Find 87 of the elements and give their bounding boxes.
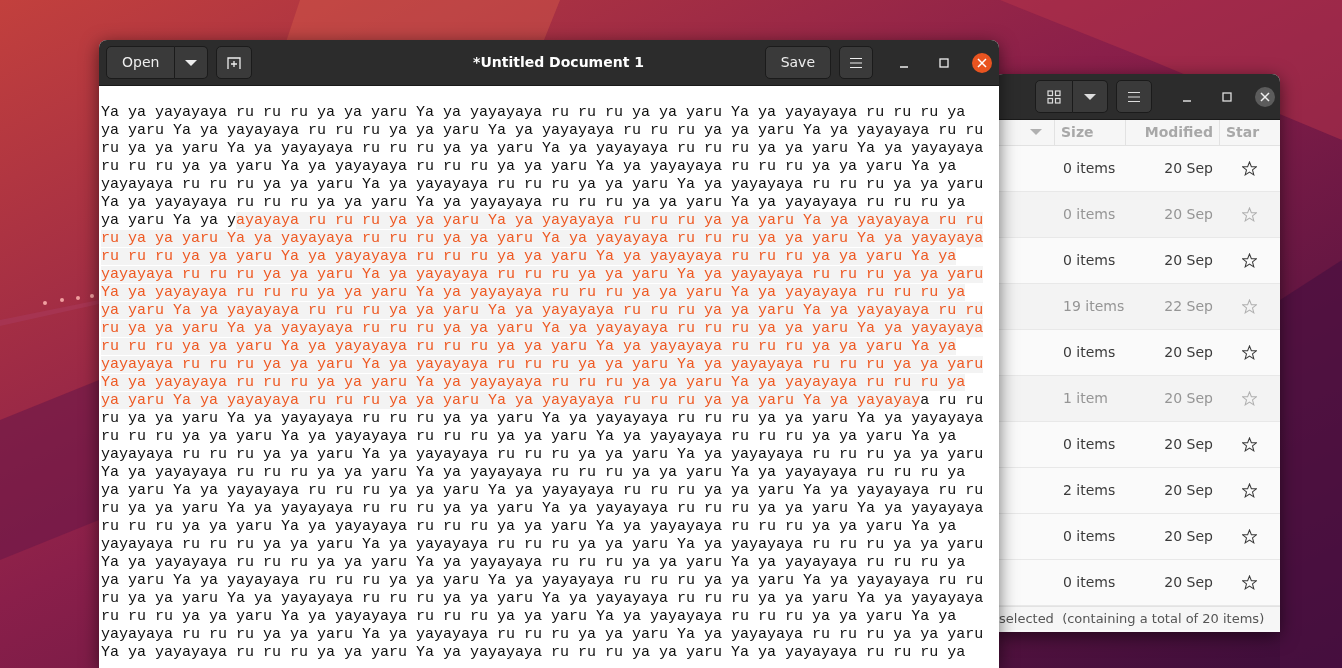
save-button[interactable]: Save bbox=[764, 46, 831, 79]
selected-text: ru ru ru ya ya yaru Ya ya yayayaya ru ru ru ya ya yaru Ya ya yayayaya ru ru ru ya ya yaru Ya ya bbox=[101, 338, 957, 355]
text-line: yayayaya ru ru ru ya ya yaru Ya ya yayayaya ru ru ru ya ya yaru Ya ya yayayaya ru ru ru ya ya yaru bbox=[101, 176, 984, 193]
star-icon[interactable] bbox=[1242, 529, 1257, 544]
size-text: 1 item bbox=[1063, 389, 1109, 408]
status-text: selected (containing a total of 20 items) bbox=[999, 609, 1265, 628]
date-text: 20 Sep bbox=[1163, 481, 1213, 500]
maximize-icon bbox=[939, 57, 949, 68]
size-text: 0 items bbox=[1063, 251, 1117, 270]
window-title: *Untitled Document 1 bbox=[473, 53, 644, 72]
text-line: ru ya ya yaru Ya ya yayayaya ru ru ru ya ya yaru Ya ya yayayaya ru ru ru ya ya yaru Ya ya yayayaya bbox=[101, 410, 984, 427]
date-text: 20 Sep bbox=[1163, 389, 1213, 408]
text-line: Ya ya yayayaya ru ru ru ya ya yaru Ya ya yayayaya ru ru ru ya ya yaru Ya ya yayayaya ru ru ru ya bbox=[101, 464, 966, 481]
caret-icon bbox=[184, 58, 199, 67]
text-line: ru ru ru ya ya yaru Ya ya yayayaya ru ru ru ya ya yaru Ya ya yayayaya ru ru ru ya ya yaru Ya ya bbox=[101, 518, 957, 535]
text-line: ru ru ru ya ya yaru Ya ya yayayaya ru ru ru ya ya yaru Ya ya yayayaya ru ru ru ya ya yaru Ya ya bbox=[101, 608, 957, 625]
star-icon[interactable] bbox=[1242, 253, 1257, 268]
size-text: 0 items bbox=[1063, 435, 1117, 454]
selected-text: Ya ya yayayaya ru ru ru ya ya yaru Ya ya yayayaya ru ru ru ya ya yaru Ya ya yayayaya ru ru ru ya bbox=[101, 284, 966, 301]
text-line: ru ya ya yaru Ya ya yayayaya ru ru ru ya ya yaru Ya ya yayayaya ru ru ru ya ya yaru Ya ya yayayaya bbox=[101, 590, 984, 607]
date-text: 20 Sep bbox=[1163, 573, 1213, 592]
date-text: 20 Sep bbox=[1163, 435, 1213, 454]
text-line: ru ru ru ya ya yaru Ya ya yayayaya ru ru ru ya ya yaru Ya ya yayayaya ru ru ru ya ya yaru Ya ya bbox=[101, 158, 957, 175]
size-text: 0 items bbox=[1063, 573, 1117, 592]
text-line: a ru ru bbox=[920, 392, 984, 409]
menu-icon bbox=[1127, 90, 1141, 103]
grid-view-button[interactable] bbox=[1035, 80, 1073, 113]
text-line: Ya ya yayayaya ru ru ru ya ya yaru Ya ya yayayaya ru ru ru ya ya yaru Ya ya yayayaya ru ru ru ya bbox=[101, 644, 966, 661]
date-text: 20 Sep bbox=[1163, 343, 1213, 362]
selected-text: ru ya ya yaru Ya ya yayayaya ru ru ru ya ya yaru Ya ya yayayaya ru ru ru ya ya yaru Ya ya yayayaya bbox=[101, 230, 984, 247]
star-icon[interactable] bbox=[1242, 345, 1257, 360]
maximize-icon bbox=[1222, 91, 1232, 102]
selected-text: ya yaru Ya ya yayayaya ru ru ru ya ya yaru Ya ya yayayaya ru ru ru ya ya yaru Ya ya yayayay bbox=[101, 392, 921, 409]
text-line: ya yaru Ya ya yayayaya ru ru ru ya ya yaru Ya ya yayayaya ru ru ru ya ya yaru Ya ya yayayaya ru ru bbox=[101, 482, 984, 499]
menu-icon bbox=[849, 56, 863, 69]
star-icon[interactable] bbox=[1242, 161, 1257, 176]
selected-text: yayayaya ru ru ru ya ya yaru Ya ya yayayaya ru ru ru ya ya yaru Ya ya yayayaya ru ru ru ya ya yaru bbox=[101, 356, 984, 373]
text-line: ya yaru Ya ya y bbox=[101, 212, 237, 229]
minimize-icon bbox=[899, 65, 909, 68]
text-line: ru ru ru ya ya yaru Ya ya yayayaya ru ru ru ya ya yaru Ya ya yayayaya ru ru ru ya ya yaru Ya ya bbox=[101, 428, 957, 445]
selected-text: ayayaya ru ru ru ya ya yaru Ya ya yayayaya ru ru ru ya ya yaru Ya ya yayayaya ru ru bbox=[236, 212, 984, 229]
size-text: 0 items bbox=[1063, 527, 1117, 546]
selected-text: ru ru ru ya ya yaru Ya ya yayayaya ru ru ru ya ya yaru Ya ya yayayaya ru ru ru ya ya yaru Ya ya bbox=[101, 248, 957, 265]
caret-icon bbox=[1083, 92, 1097, 101]
text-line: yayayaya ru ru ru ya ya yaru Ya ya yayayaya ru ru ru ya ya yaru Ya ya yayayaya ru ru ru ya ya yaru bbox=[101, 536, 984, 553]
menu-button[interactable] bbox=[1116, 80, 1152, 113]
open-button[interactable]: Open bbox=[106, 46, 176, 79]
star-icon[interactable] bbox=[1242, 299, 1257, 314]
selected-text: ya yaru Ya ya yayayaya ru ru ru ya ya yaru Ya ya yayayaya ru ru ru ya ya yaru Ya ya yayayaya ru ru bbox=[101, 302, 984, 319]
star-icon[interactable] bbox=[1242, 207, 1257, 222]
date-text: 20 Sep bbox=[1163, 205, 1213, 224]
text-line: Ya ya yayayaya ru ru ru ya ya yaru Ya ya yayayaya ru ru ru ya ya yaru Ya ya yayayaya ru ru ru ya bbox=[101, 194, 966, 211]
new-tab-button[interactable] bbox=[216, 46, 253, 79]
selected-text: Ya ya yayayaya ru ru ru ya ya yaru Ya ya yayayaya ru ru ru ya ya yaru Ya ya yayayaya ru ru ru ya bbox=[101, 374, 966, 391]
view-options-dropdown[interactable] bbox=[1073, 80, 1108, 113]
new-tab-icon bbox=[226, 54, 243, 71]
menu-button[interactable] bbox=[839, 46, 873, 79]
star-icon[interactable] bbox=[1242, 391, 1257, 406]
selected-text: ru ya ya yaru Ya ya yayayaya ru ru ru ya ya yaru Ya ya yayayaya ru ru ru ya ya yaru Ya ya yayayaya bbox=[101, 320, 984, 337]
size-text: 2 items bbox=[1063, 481, 1117, 500]
size-text: 0 items bbox=[1063, 205, 1117, 224]
close-icon bbox=[1260, 91, 1270, 102]
selected-text: yayayaya ru ru ru ya ya yaru Ya ya yayayaya ru ru ru ya ya yaru Ya ya yayayaya ru ru ru ya ya yaru bbox=[101, 266, 984, 283]
minimize-icon bbox=[1182, 99, 1192, 102]
date-text: 22 Sep bbox=[1163, 297, 1213, 316]
star-icon[interactable] bbox=[1242, 483, 1257, 498]
star-icon[interactable] bbox=[1242, 575, 1257, 590]
close-button[interactable] bbox=[972, 52, 992, 73]
date-text: 20 Sep bbox=[1163, 527, 1213, 546]
date-text: 20 Sep bbox=[1163, 159, 1213, 178]
size-text: 0 items bbox=[1063, 159, 1117, 178]
text-line: yayayaya ru ru ru ya ya yaru Ya ya yayayaya ru ru ru ya ya yaru Ya ya yayayaya ru ru ru ya ya yaru bbox=[101, 446, 984, 463]
text-line: ru ya ya yaru Ya ya yayayaya ru ru ru ya ya yaru Ya ya yayayaya ru ru ru ya ya yaru Ya ya yayayaya bbox=[101, 140, 984, 157]
text-line: ya yaru Ya ya yayayaya ru ru ru ya ya yaru Ya ya yayayaya ru ru ru ya ya yaru Ya ya yayayaya ru ru bbox=[101, 122, 984, 139]
close-icon bbox=[977, 57, 987, 68]
text-line: ru ya ya yaru Ya ya yayayaya ru ru ru ya ya yaru Ya ya yayayaya ru ru ru ya ya yaru Ya ya yayayaya bbox=[101, 500, 984, 517]
text-line: Ya ya yayayaya ru ru ru ya ya yaru Ya ya yayayaya ru ru ru ya ya yaru Ya ya yayayaya ru ru ru ya bbox=[101, 104, 966, 121]
text-line: yayayaya ru ru ru ya ya yaru Ya ya yayayaya ru ru ru ya ya yaru Ya ya yayayaya ru ru ru ya ya yaru bbox=[101, 626, 984, 643]
grid-icon bbox=[1046, 88, 1062, 105]
star-icon[interactable] bbox=[1242, 437, 1257, 452]
date-text: 20 Sep bbox=[1163, 251, 1213, 270]
text-line: Ya ya yayayaya ru ru ru ya ya yaru Ya ya yayayaya ru ru ru ya ya yaru Ya ya yayayaya ru ru ru ya bbox=[101, 554, 966, 571]
close-button[interactable] bbox=[1255, 86, 1275, 107]
recent-files-dropdown[interactable] bbox=[175, 46, 209, 79]
size-text: 0 items bbox=[1063, 343, 1117, 362]
size-text: 19 items bbox=[1063, 297, 1126, 316]
text-line: ya yaru Ya ya yayayaya ru ru ru ya ya yaru Ya ya yayayaya ru ru ru ya ya yaru Ya ya yayayaya ru ru bbox=[101, 572, 984, 589]
